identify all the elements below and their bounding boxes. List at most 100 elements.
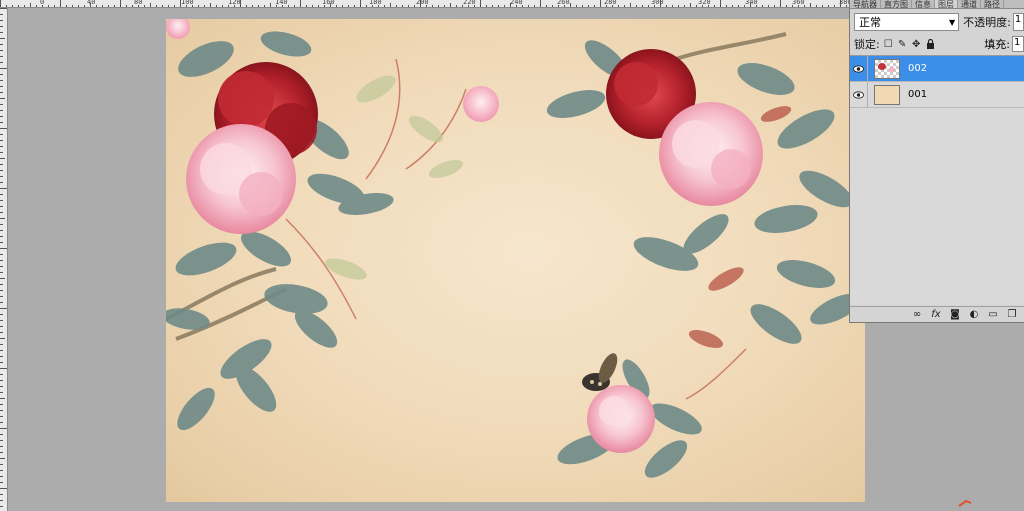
- ruler-tick: [354, 5, 355, 7]
- ruler-number: 220: [463, 0, 476, 6]
- adjustment-icon[interactable]: ◐: [968, 309, 980, 320]
- ruler-tick: [600, 0, 601, 7]
- mask-icon[interactable]: ◙: [949, 309, 961, 320]
- ruler-number: 340: [745, 0, 758, 6]
- ruler-tick: [0, 50, 3, 51]
- layer-row-002[interactable]: 002: [850, 55, 1024, 82]
- ruler-tick: [390, 3, 391, 7]
- ruler-tick: [648, 5, 649, 7]
- tab-histogram[interactable]: 直方图: [881, 0, 912, 8]
- ruler-tick: [0, 356, 3, 357]
- lock-brush-icon[interactable]: ✎: [897, 39, 908, 50]
- ruler-tick: [342, 5, 343, 7]
- layer-thumbnail[interactable]: [874, 58, 900, 79]
- ruler-tick: [0, 476, 3, 477]
- link-icon[interactable]: ∞: [911, 309, 923, 320]
- eye-icon[interactable]: [850, 55, 868, 82]
- ruler-tick: [690, 3, 691, 7]
- fill-input[interactable]: 1: [1012, 36, 1024, 52]
- ruler-tick: [0, 140, 3, 141]
- ruler-tick: [198, 5, 199, 7]
- ruler-tick: [0, 8, 7, 9]
- ruler-tick: [366, 5, 367, 7]
- lock-all-icon[interactable]: [925, 38, 936, 50]
- ruler-tick: [258, 5, 259, 7]
- ruler-tick: [0, 500, 3, 501]
- ruler-tick: [150, 3, 151, 7]
- lock-transparency-icon[interactable]: ☐: [883, 39, 894, 50]
- ruler-tick: [114, 5, 115, 7]
- ruler-tick: [0, 158, 5, 159]
- tab-channels[interactable]: 通道: [958, 0, 981, 8]
- ruler-tick: [0, 494, 3, 495]
- fx-icon[interactable]: fx: [930, 309, 942, 320]
- tab-paths[interactable]: 路径: [981, 0, 1004, 8]
- ruler-tick: [126, 5, 127, 7]
- tab-navigator[interactable]: 导航器: [850, 0, 881, 8]
- ruler-tick: [384, 5, 385, 7]
- document-canvas[interactable]: [166, 19, 865, 502]
- layer-name[interactable]: 001: [908, 89, 927, 100]
- ruler-tick: [0, 38, 5, 39]
- ruler-tick: [738, 5, 739, 7]
- ruler-tick: [0, 350, 3, 351]
- ruler-tick: [0, 416, 3, 417]
- layer-row-001[interactable]: 001: [850, 81, 1024, 108]
- tab-layers[interactable]: 图层: [935, 0, 958, 8]
- ruler-tick: [0, 320, 3, 321]
- layer-thumbnail[interactable]: [874, 84, 900, 105]
- ruler-tick: [822, 5, 823, 7]
- opacity-input[interactable]: 1: [1012, 13, 1024, 31]
- ruler-tick: [0, 98, 5, 99]
- ruler-tick: [438, 5, 439, 7]
- group-icon[interactable]: ▭: [987, 309, 999, 320]
- ruler-number: 100: [181, 0, 194, 6]
- ruler-tick: [264, 5, 265, 7]
- panel-tabs: 导航器 直方图 信息 图层 通道 路径: [850, 0, 1024, 9]
- ruler-tick: [222, 5, 223, 7]
- ruler-tick: [672, 5, 673, 7]
- ruler-tick: [348, 5, 349, 7]
- ruler-tick: [216, 5, 217, 7]
- ruler-number: 320: [698, 0, 711, 6]
- ruler-tick: [0, 164, 3, 165]
- layers-panel: 导航器 直方图 信息 图层 通道 路径 正常 ▼ 不透明度: 1 锁定: ☐ ✎…: [849, 0, 1024, 323]
- ruler-tick: [0, 272, 3, 273]
- ruler-tick: [636, 5, 637, 7]
- ruler-tick: [492, 5, 493, 7]
- ruler-tick: [0, 344, 3, 345]
- ruler-tick: [336, 5, 337, 7]
- chevron-down-icon: ▼: [949, 17, 956, 27]
- ruler-tick: [576, 5, 577, 7]
- fill-label: 填充:: [984, 38, 1010, 51]
- new-layer-icon[interactable]: ❐: [1006, 309, 1018, 320]
- ruler-tick: [0, 362, 3, 363]
- ruler-number: 180: [369, 0, 382, 6]
- ruler-tick: [630, 3, 631, 7]
- ruler-tick: [0, 80, 3, 81]
- ruler-tick: [156, 5, 157, 7]
- ruler-tick: [0, 338, 5, 339]
- ruler-tick: [0, 170, 3, 171]
- blend-mode-select[interactable]: 正常 ▼: [854, 13, 960, 31]
- ruler-tick: [120, 0, 121, 7]
- tab-info[interactable]: 信息: [912, 0, 935, 8]
- ruler-tick: [24, 5, 25, 7]
- ruler-tick: [444, 5, 445, 7]
- ruler-tick: [480, 0, 481, 7]
- ruler-tick: [0, 380, 3, 381]
- ruler-tick: [0, 182, 3, 183]
- ruler-tick: [732, 5, 733, 7]
- ruler-tick: [402, 5, 403, 7]
- ruler-tick: [486, 5, 487, 7]
- layer-name[interactable]: 002: [908, 63, 927, 74]
- ruler-tick: [0, 290, 3, 291]
- ruler-tick: [0, 200, 3, 201]
- ruler-tick: [0, 278, 5, 279]
- ruler-number: 40: [87, 0, 96, 6]
- lock-position-icon[interactable]: ✥: [911, 39, 922, 50]
- layers-toolbar: ∞ fx ◙ ◐ ▭ ❐: [850, 306, 1024, 322]
- eye-icon[interactable]: [850, 81, 868, 108]
- ruler-tick: [144, 5, 145, 7]
- ruler-tick: [0, 284, 3, 285]
